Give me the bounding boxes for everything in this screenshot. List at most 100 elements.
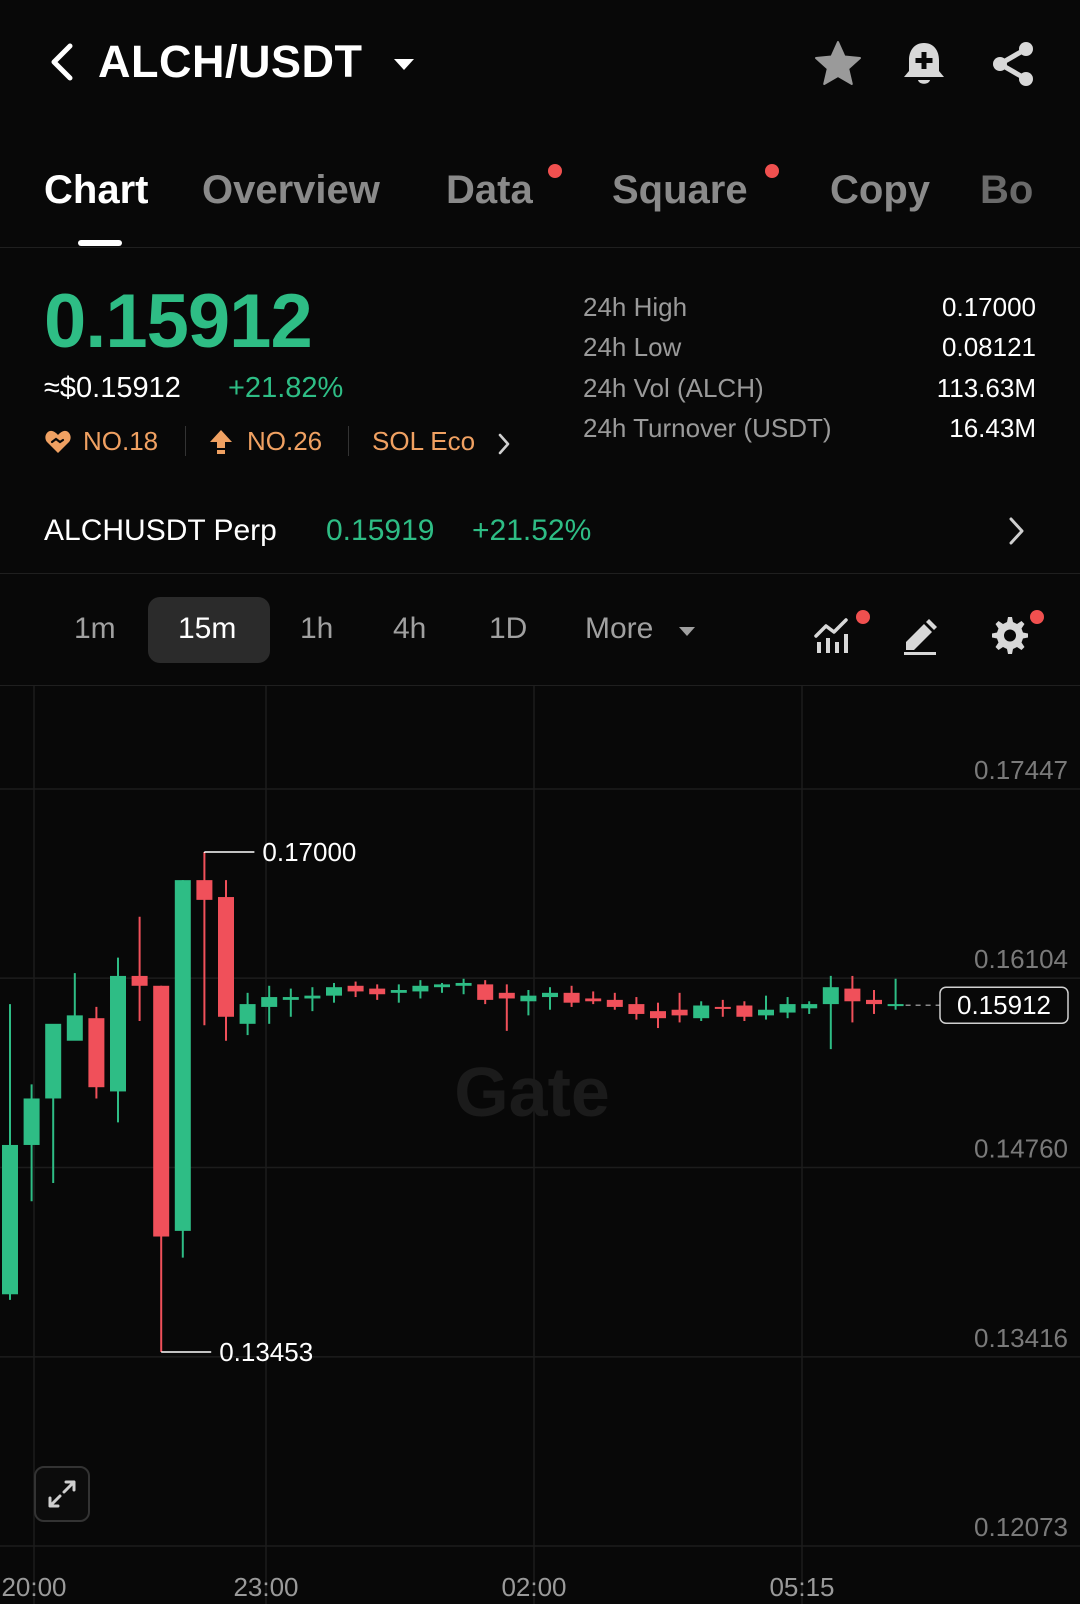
interval-1m[interactable]: 1m — [74, 612, 116, 646]
drawing-tool-icon[interactable] — [898, 612, 942, 656]
low-price-label: 0.13453 — [219, 1337, 313, 1367]
candle-bullish — [542, 987, 558, 1010]
candle-body — [326, 987, 342, 996]
candle-body — [282, 997, 299, 1000]
share-icon[interactable] — [988, 38, 1040, 90]
candle-bullish — [801, 1001, 818, 1014]
interval-15m[interactable]: 15m — [178, 612, 236, 646]
stat-value-24h-turnover: 16.43M — [949, 413, 1036, 443]
tab-data[interactable]: Data — [446, 168, 533, 213]
interval-4h[interactable]: 4h — [393, 612, 426, 646]
candle-body — [736, 1005, 753, 1017]
candle-body — [412, 985, 429, 992]
candle-bearish — [347, 981, 364, 998]
candle-body — [866, 999, 882, 1005]
candle-body — [2, 1144, 18, 1295]
last-price-label: 0.15912 — [957, 990, 1051, 1020]
tab-chart[interactable]: Chart — [44, 168, 148, 213]
candle-body — [390, 990, 407, 993]
rank-separator — [348, 426, 349, 456]
tab-data-notification-dot — [548, 164, 562, 178]
candle-bullish — [779, 997, 796, 1019]
candle-bearish — [736, 1001, 753, 1022]
candle-body — [110, 975, 126, 1092]
chart-watermark: Gate — [454, 1053, 610, 1131]
candle-body — [693, 1005, 710, 1019]
candle-body — [23, 1098, 40, 1145]
active-tab-indicator — [78, 240, 122, 246]
candle-body — [542, 992, 558, 998]
candle-body — [520, 995, 537, 1002]
candle-body — [218, 897, 234, 1017]
tab-bots[interactable]: Bo — [980, 168, 1033, 213]
star-icon[interactable] — [812, 38, 864, 90]
interval-1d[interactable]: 1D — [489, 612, 527, 646]
candle-bullish — [887, 978, 904, 1010]
tab-square[interactable]: Square — [612, 168, 748, 213]
rank-badge-gainers[interactable]: NO.26 — [247, 426, 322, 457]
pair-title[interactable]: ALCH/USDT — [98, 36, 362, 88]
candle-bullish — [66, 973, 83, 1041]
candle-bullish — [23, 1084, 40, 1202]
x-axis-tick-label: 02:00 — [501, 1572, 566, 1602]
candle-body — [88, 1018, 105, 1088]
chevron-right-icon[interactable] — [496, 432, 512, 456]
candlestick-chart[interactable]: Gate 0.17000 0.13453 0.15912 0.17447 0.1610… — [0, 686, 1080, 1604]
candle-bullish — [2, 1004, 18, 1300]
tab-overview[interactable]: Overview — [202, 168, 380, 213]
tabs-divider — [0, 247, 1080, 248]
y-axis-tick-label: 0.17447 — [974, 755, 1068, 785]
candle-bearish — [606, 992, 623, 1010]
candle-body — [628, 1004, 645, 1014]
price-alert-bell-icon[interactable] — [898, 38, 950, 90]
candle-body — [801, 1004, 818, 1009]
candle-body — [585, 998, 602, 1002]
y-axis-tick-label: 0.13416 — [974, 1323, 1068, 1353]
perp-chevron-right-icon[interactable] — [1006, 514, 1028, 548]
indicators-icon[interactable] — [812, 612, 856, 656]
annotations-layer: 0.17000 0.13453 0.15912 — [161, 837, 1069, 1367]
candle-bearish — [585, 991, 602, 1005]
candle-body — [498, 992, 515, 999]
candle-body — [174, 880, 191, 1231]
candle-body — [196, 880, 213, 900]
back-arrow-icon[interactable] — [44, 40, 80, 84]
y-axis-tick-label: 0.14760 — [974, 1134, 1068, 1164]
last-price: 0.15912 — [44, 279, 313, 364]
tab-copy[interactable]: Copy — [830, 168, 930, 213]
expand-icon — [48, 1480, 76, 1508]
candle-bearish — [671, 992, 688, 1023]
fullscreen-button[interactable] — [34, 1466, 90, 1522]
candle-body — [822, 987, 839, 1005]
candle-bullish — [455, 978, 472, 995]
candle-bullish — [261, 985, 278, 1024]
stat-value-24h-low: 0.08121 — [942, 332, 1036, 362]
candle-bearish — [628, 997, 645, 1020]
candle-bullish — [693, 1001, 710, 1022]
pair-dropdown-icon[interactable] — [392, 56, 416, 72]
perp-change: +21.52% — [472, 514, 592, 547]
settings-gear-icon[interactable] — [986, 612, 1030, 656]
interval-1h[interactable]: 1h — [300, 612, 333, 646]
y-axis: 0.17447 0.16104 0.14760 0.13416 0.12073 — [974, 755, 1068, 1542]
candle-bearish — [131, 916, 148, 1022]
interval-more[interactable]: More — [585, 612, 653, 646]
candle-body — [758, 1009, 774, 1016]
x-axis: 20:00 23:00 02:00 05:15 — [1, 1572, 834, 1602]
perp-contract-label[interactable]: ALCHUSDT Perp — [44, 514, 277, 548]
x-axis-tick-label: 20:00 — [1, 1572, 66, 1602]
ecosystem-tag[interactable]: SOL Eco — [372, 426, 475, 457]
usd-price: ≈$0.15912 — [44, 372, 181, 404]
rank-badge-hot[interactable]: NO.18 — [83, 426, 158, 457]
candle-bearish — [477, 980, 494, 1005]
stat-label-24h-turnover: 24h Turnover (USDT) — [583, 413, 832, 443]
more-dropdown-icon[interactable] — [677, 624, 697, 638]
candle-bullish — [822, 975, 839, 1050]
x-axis-tick-label: 05:15 — [769, 1572, 834, 1602]
candle-bearish — [218, 880, 234, 1041]
candle-bearish — [498, 984, 515, 1031]
stat-label-24h-vol: 24h Vol (ALCH) — [583, 373, 764, 403]
candle-body — [477, 984, 494, 1000]
candle-body — [153, 985, 170, 1237]
settings-notification-dot — [1030, 610, 1044, 624]
